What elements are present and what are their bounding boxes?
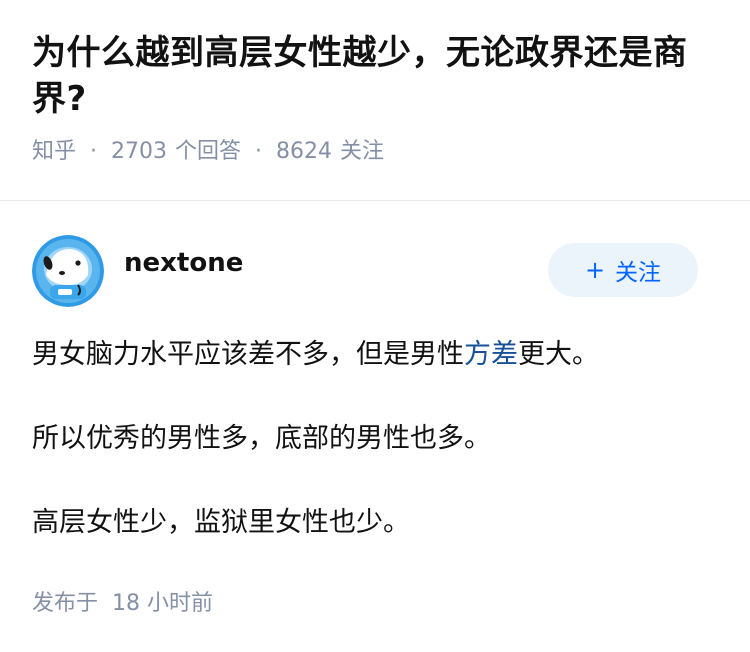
publish-info: 发布于 18 小时前: [32, 585, 718, 617]
paragraph-text: 男女脑力水平应该差不多，但是男性: [32, 339, 464, 370]
question-header: 为什么越到高层女性越少，无论政界还是商界? 知乎 · 2703 个回答 · 86…: [0, 0, 750, 170]
author-row: nextone + 关注: [32, 235, 718, 307]
answer-card: nextone + 关注 男女脑力水平应该差不多，但是男性方差更大。 所以优秀的…: [0, 201, 750, 617]
follow-button-label: 关注: [615, 260, 662, 286]
astronaut-dog-avatar-icon: [32, 235, 104, 307]
answer-count[interactable]: 2703: [111, 136, 167, 168]
answer-paragraph: 所以优秀的男性多，底部的男性也多。: [32, 423, 491, 454]
separator-dot-icon: ·: [90, 139, 98, 164]
answer-paragraph: 男女脑力水平应该差不多，但是男性方差更大。: [32, 333, 718, 377]
answer-content: 男女脑力水平应该差不多，但是男性方差更大。 所以优秀的男性多，底部的男性也多。 …: [32, 333, 718, 545]
keyword-link-variance[interactable]: 方差: [464, 339, 518, 370]
answer-count-label[interactable]: 个回答: [175, 136, 241, 168]
follow-button[interactable]: + 关注: [548, 243, 698, 297]
follower-count: 8624: [276, 139, 333, 164]
avatar[interactable]: [32, 235, 104, 307]
question-title[interactable]: 为什么越到高层女性越少，无论政界还是商界?: [32, 30, 718, 122]
follower-count-label: 关注: [340, 139, 385, 164]
published-time: 18 小时前: [112, 591, 214, 616]
paragraph-text: 更大。: [518, 339, 599, 370]
question-meta: 知乎 · 2703 个回答 · 8624 关注: [32, 136, 718, 168]
author-name[interactable]: nextone: [124, 248, 243, 278]
published-label: 发布于: [32, 591, 99, 616]
source-label[interactable]: 知乎: [32, 136, 76, 168]
answer-paragraph: 高层女性少，监狱里女性也少。: [32, 507, 410, 538]
plus-icon: +: [584, 256, 606, 284]
separator-dot-icon: ·: [255, 139, 263, 164]
